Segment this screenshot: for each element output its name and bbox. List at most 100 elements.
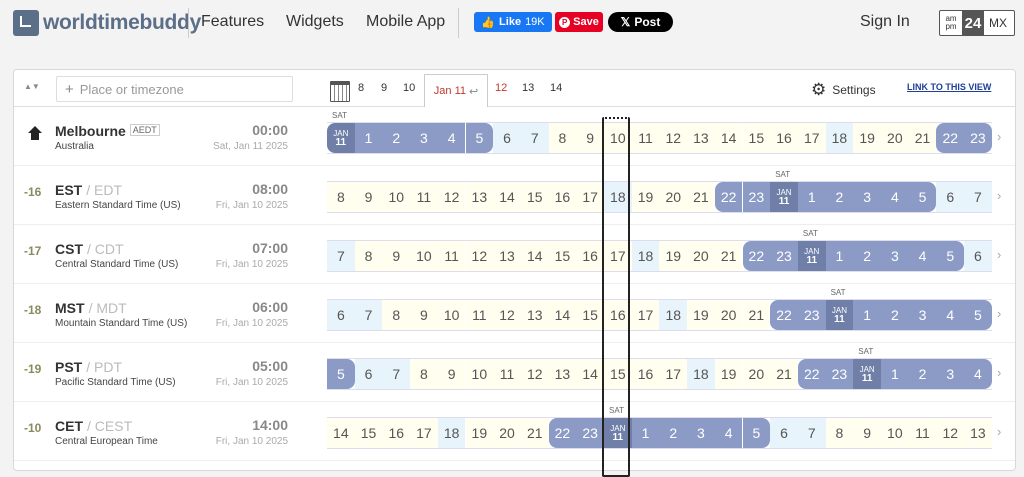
day-12[interactable]: 12 (495, 82, 507, 94)
hour-cell[interactable]: 21 (742, 300, 771, 330)
hour-cell[interactable]: 23 (742, 182, 771, 212)
hour-cell[interactable]: 18 (631, 241, 660, 271)
hour-cell[interactable]: 11 (908, 418, 937, 448)
active-day-tab[interactable]: Jan 11 ↩ (424, 74, 488, 107)
hour-cell[interactable]: 5 (465, 123, 494, 153)
hour-cell[interactable]: 2 (908, 359, 937, 389)
hour-cell[interactable]: 2 (881, 300, 909, 330)
hour-cell[interactable]: 6 (493, 123, 521, 153)
hour-cell[interactable]: 14 (576, 359, 604, 389)
hour-cell[interactable]: 19 (687, 300, 715, 330)
hour-cell[interactable]: 5 (327, 359, 355, 389)
hour-cell[interactable]: 20 (659, 182, 688, 212)
hour-cell-midnight[interactable]: JAN 11 (770, 182, 798, 212)
hour-cell[interactable]: 18 (687, 359, 715, 389)
hour-strip[interactable]: 6 7 8 9 10 11 12 13 14 15 16 17 18 19 20 21 22 23 JAN 11 1 2 3… (327, 299, 992, 331)
hour-cell[interactable]: 14 (714, 123, 743, 153)
hour-cell[interactable]: 11 (493, 359, 521, 389)
chevron-right-icon[interactable]: › (997, 424, 1001, 439)
hour-cell[interactable]: 7 (327, 241, 355, 271)
hour-cell[interactable]: 1 (825, 241, 854, 271)
hour-cell[interactable]: 5 (742, 418, 771, 448)
hour-cell[interactable]: 8 (825, 418, 854, 448)
hour-cell[interactable]: 22 (714, 182, 743, 212)
hour-cell[interactable]: 9 (410, 300, 438, 330)
hour-cell[interactable]: 8 (410, 359, 438, 389)
hour-cell[interactable]: 3 (908, 300, 937, 330)
hour-cell[interactable]: 8 (548, 123, 577, 153)
hour-cell[interactable]: 23 (770, 241, 798, 271)
hour-cell[interactable]: 20 (493, 418, 521, 448)
hour-cell[interactable]: 6 (964, 241, 992, 271)
timezone-name[interactable]: CST / CDT (55, 241, 124, 257)
timezone-row[interactable]: -18 MST / MDT Mountain Standard Time (US) 06… (14, 284, 1015, 343)
hour-cell[interactable]: 4 (881, 182, 909, 212)
calendar-icon[interactable] (330, 81, 350, 102)
hour-cell[interactable]: 21 (714, 241, 743, 271)
hour-cell[interactable]: 1 (797, 182, 826, 212)
hour-cell[interactable]: 14 (493, 182, 521, 212)
hour-cell[interactable]: 17 (576, 182, 604, 212)
hour-cell[interactable]: 2 (853, 241, 881, 271)
hour-cell[interactable]: 2 (659, 418, 688, 448)
hour-cell[interactable]: 10 (382, 182, 411, 212)
hour-cell[interactable]: 14 (327, 418, 355, 448)
nav-features[interactable]: Features (201, 13, 264, 31)
hour-cell[interactable]: 4 (964, 359, 992, 389)
hour-cell[interactable]: 10 (410, 241, 438, 271)
hour-cell[interactable]: 19 (631, 182, 660, 212)
hour-cell-midnight[interactable]: JAN 11 (327, 123, 355, 153)
link-to-view[interactable]: LINK TO THIS VIEW (907, 82, 991, 92)
hour-cell-midnight[interactable]: JAN 11 (853, 359, 881, 389)
hour-cell[interactable]: 10 (437, 300, 466, 330)
ampm-option[interactable]: am pm (940, 11, 962, 35)
hour-cell[interactable]: 7 (964, 182, 992, 212)
24h-option[interactable]: 24 (962, 11, 984, 35)
hour-cell[interactable]: 12 (936, 418, 965, 448)
mx-option[interactable]: MX (984, 11, 1012, 35)
hour-cell[interactable]: 5 (964, 300, 992, 330)
hour-cell[interactable]: 6 (936, 182, 965, 212)
hour-cell[interactable]: 17 (797, 123, 826, 153)
hour-cell[interactable]: 23 (964, 123, 992, 153)
hour-cell[interactable]: 15 (548, 241, 577, 271)
hour-cell[interactable]: 4 (908, 241, 937, 271)
settings-button[interactable]: ⚙ Settings (811, 80, 876, 100)
timezone-row[interactable]: Melbourne AEDT Australia 00:00 Sat, Jan 11 2… (14, 107, 1015, 166)
hour-cell[interactable]: 3 (881, 241, 909, 271)
hour-cell[interactable]: 11 (410, 182, 438, 212)
day-14[interactable]: 14 (550, 82, 562, 94)
hour-cell[interactable]: 12 (437, 182, 466, 212)
hour-cell[interactable]: 17 (631, 300, 660, 330)
timezone-name[interactable]: MST / MDT (55, 300, 127, 316)
hour-cell[interactable]: 19 (714, 359, 743, 389)
day-8[interactable]: 8 (358, 82, 364, 94)
hour-cell[interactable]: 1 (631, 418, 660, 448)
hour-cell[interactable]: 8 (354, 241, 383, 271)
hour-cell[interactable]: 9 (354, 182, 383, 212)
search-box[interactable]: + Place or timezone (56, 76, 293, 102)
hour-cell[interactable]: 8 (327, 182, 355, 212)
day-13[interactable]: 13 (522, 82, 534, 94)
hour-cell[interactable]: 16 (382, 418, 411, 448)
day-10[interactable]: 10 (403, 82, 415, 94)
hour-cell[interactable]: 6 (354, 359, 383, 389)
hour-cell[interactable]: 13 (687, 123, 715, 153)
hour-strip[interactable]: 14 15 16 17 18 19 20 21 22 23 JAN 11 1 2 3 4 5 6 7 8 9 10 11 12… (327, 417, 992, 449)
timezone-row[interactable]: -10 CET / CEST Central European Time 14:00 Fr… (14, 402, 1015, 461)
nav-widgets[interactable]: Widgets (286, 13, 344, 31)
hour-cell[interactable]: 11 (437, 241, 466, 271)
hour-cell[interactable]: 4 (936, 300, 965, 330)
hour-cell[interactable]: 22 (936, 123, 965, 153)
hour-cell[interactable]: 21 (520, 418, 549, 448)
hour-cell[interactable]: 9 (437, 359, 466, 389)
hour-cell[interactable]: 17 (604, 241, 632, 271)
hour-cell[interactable]: 2 (825, 182, 854, 212)
hour-cell[interactable]: 19 (853, 123, 881, 153)
timezone-row[interactable]: -17 CST / CDT Central Standard Time (US) 07:… (14, 225, 1015, 284)
hour-strip[interactable]: JAN 11 1 2 3 4 5 6 7 8 9 10 11 12 13 14 15 16 17 18 19 20 21 22… (327, 122, 992, 154)
hour-cell[interactable]: 10 (465, 359, 494, 389)
hour-cell[interactable]: 3 (936, 359, 965, 389)
day-9[interactable]: 9 (381, 82, 387, 94)
hour-cell[interactable]: 18 (437, 418, 466, 448)
